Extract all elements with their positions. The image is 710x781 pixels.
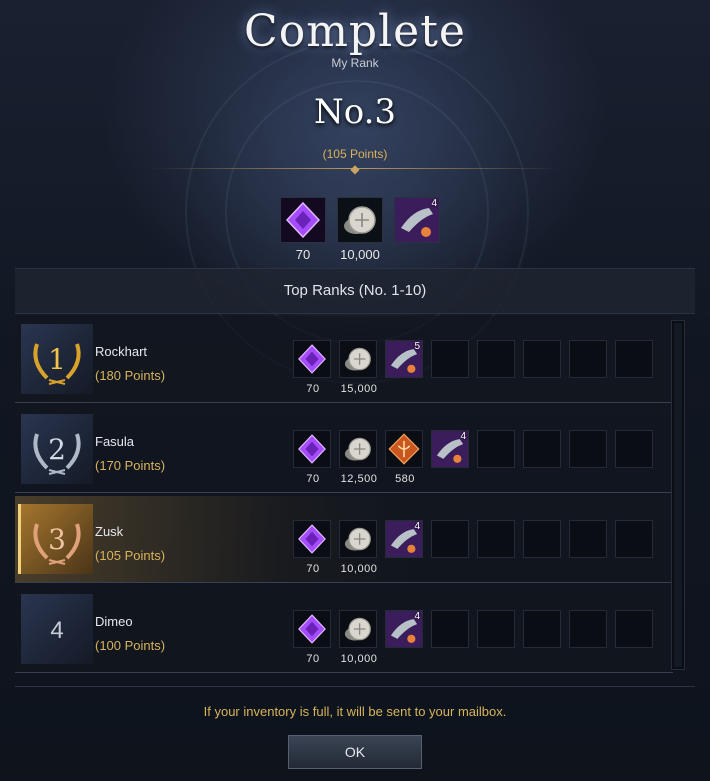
player-name: Fasula [95,434,135,449]
reward-value: 10,000 [340,247,380,262]
my-rank-label: My Rank [331,56,379,70]
empty-slot [615,610,653,648]
reward-value: 10,000 [340,563,378,575]
empty-slot [615,430,653,468]
ornament-icon: ◆ [350,162,360,176]
empty-slot [569,610,607,648]
silver-coin-icon[interactable]: 12,500 [339,430,377,485]
silver-coin-icon[interactable]: 10,000 [339,610,377,665]
empty-slot [523,610,561,648]
my-rewards: 70 10,000 4 [280,197,440,262]
empty-slot [431,610,469,648]
reward-item[interactable]: 70 [280,197,326,262]
empty-slot [615,520,653,558]
reward-item[interactable]: 10,000 [332,197,388,262]
rank-badge: 2 [21,414,93,484]
orange-crest-icon[interactable]: 580 [385,430,423,485]
fish-card-icon[interactable]: 4 [385,610,423,648]
empty-slot [431,340,469,378]
top-ranks-header: Top Ranks (No. 1-10) [15,268,695,314]
reward-qty: 4 [431,198,437,209]
empty-slot [523,430,561,468]
silver-coin-icon[interactable] [337,197,383,243]
table-row-current-player: 3 Zusk (105 Points) 70 10,000 4 [15,496,673,583]
purple-gem-icon[interactable]: 70 [293,340,331,395]
rank-list: 1 Rockhart (180 Points) 70 15,000 5 2 Fa… [15,316,673,676]
empty-slot [477,610,515,648]
empty-slot [569,340,607,378]
inventory-notice: If your inventory is full, it will be se… [203,704,507,719]
reward-qty: 4 [460,431,466,442]
rank-badge: 4 [21,594,93,664]
empty-slot [477,520,515,558]
rank-badge: 3 [18,504,93,574]
reward-value: 580 [395,473,415,485]
divider [15,686,695,687]
reward-value: 70 [306,473,320,485]
my-rank-number: No.3 [313,92,397,132]
bronze-laurel-icon: 3 [33,523,81,565]
fish-card-icon[interactable]: 4 [394,197,440,243]
player-name: Dimeo [95,614,133,629]
reward-qty: 4 [414,521,420,532]
empty-slot [431,520,469,558]
player-name: Rockhart [95,344,148,359]
reward-qty: 4 [414,611,420,622]
svg-text:4: 4 [50,617,63,644]
purple-gem-icon[interactable] [280,197,326,243]
purple-gem-icon[interactable]: 70 [293,610,331,665]
reward-item[interactable]: 4 [394,197,440,262]
table-row: 2 Fasula (170 Points) 70 12,500 580 4 [15,406,673,493]
reward-value: 70 [306,563,320,575]
reward-slots: 70 15,000 5 [293,340,653,395]
fish-card-icon[interactable]: 5 [385,340,423,378]
player-points: (105 Points) [95,548,166,563]
player-name: Zusk [95,524,124,539]
table-row: 4 Dimeo (100 Points) 70 10,000 4 [15,586,673,673]
silver-coin-icon[interactable]: 15,000 [339,340,377,395]
empty-slot [523,520,561,558]
purple-gem-icon[interactable]: 70 [293,520,331,575]
svg-text:3: 3 [48,523,66,556]
page-title: Complete [244,6,466,57]
reward-value: 70 [295,247,311,262]
purple-gem-icon[interactable]: 70 [293,430,331,485]
player-points: (180 Points) [95,368,166,383]
reward-slots: 70 10,000 4 [293,610,653,665]
reward-slots: 70 10,000 4 [293,520,653,575]
reward-qty: 5 [414,341,420,352]
silver-laurel-icon: 2 [33,433,81,475]
empty-slot [477,340,515,378]
svg-text:1: 1 [48,343,66,376]
empty-slot [569,520,607,558]
silver-coin-icon[interactable]: 10,000 [339,520,377,575]
reward-value: 70 [306,653,320,665]
rank-badge: 1 [21,324,93,394]
gold-laurel-icon: 1 [33,343,81,385]
reward-value: 15,000 [340,383,378,395]
table-row: 1 Rockhart (180 Points) 70 15,000 5 [15,316,673,403]
svg-text:2: 2 [48,433,66,466]
scrollbar[interactable] [671,320,685,670]
player-points: (170 Points) [95,458,166,473]
scrollbar-thumb[interactable] [674,323,682,667]
empty-slot [523,340,561,378]
fish-card-icon[interactable]: 4 [431,430,469,468]
reward-value: 12,500 [340,473,378,485]
ok-button[interactable]: OK [288,735,422,769]
reward-slots: 70 12,500 580 4 [293,430,653,485]
empty-slot [615,340,653,378]
reward-value: 70 [306,383,320,395]
player-points: (100 Points) [95,638,166,653]
my-rank-points: (105 Points) [322,147,388,161]
top-ranks-title: Top Ranks (No. 1-10) [283,282,427,299]
fish-card-icon[interactable]: 4 [385,520,423,558]
empty-slot [477,430,515,468]
reward-value: 10,000 [340,653,378,665]
rank-number: 4 [50,617,63,644]
empty-slot [569,430,607,468]
